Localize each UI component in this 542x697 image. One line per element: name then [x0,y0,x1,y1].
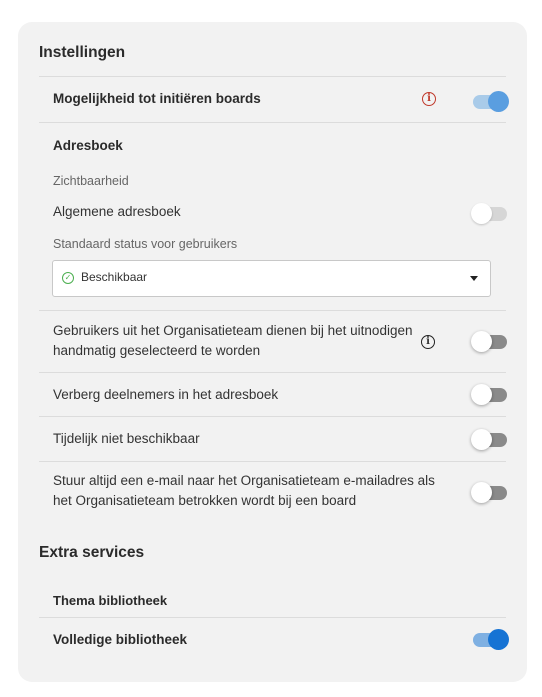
settings-card: Instellingen Mogelijkheid tot initiëren … [18,22,527,682]
default-status-label: Standaard status voor gebruikers [53,237,238,251]
email-line2: het Organisatieteam betrokken wordt bij … [53,493,357,508]
general-addressbook-toggle[interactable] [471,203,507,224]
setting-row-team-select: Gebruikers uit het Organisatieteam diene… [39,310,507,372]
available-check-icon: ✓ [62,272,74,284]
addressbook-title: Adresboek [53,138,123,153]
team-select-toggle[interactable] [471,331,507,352]
full-library-label: Volledige bibliotheek [53,632,188,647]
settings-title: Instellingen [39,44,126,61]
default-status-select[interactable]: ✓ Beschikbaar [52,260,491,297]
email-team-toggle[interactable] [471,482,507,503]
setting-row-boards: Mogelijkheid tot initiëren boards i [39,76,509,122]
team-select-line1: Gebruikers uit het Organisatieteam diene… [53,323,413,338]
boards-toggle[interactable] [473,91,509,112]
setting-row-hide-participants: Verberg deelnemers in het adresboek [39,372,507,417]
visibility-label: Zichtbaarheid [53,174,129,188]
theme-library-label: Thema bibliotheek [53,593,168,608]
full-library-toggle[interactable] [473,629,509,650]
email-line1: Stuur altijd een e-mail naar het Organis… [53,473,435,488]
boards-label: Mogelijkheid tot initiëren boards [53,91,261,106]
temp-unavailable-label: Tijdelijk niet beschikbaar [53,431,200,446]
team-select-line2: handmatig geselecteerd te worden [53,343,261,358]
warning-info-icon[interactable]: i [422,92,436,106]
setting-row-email-team: Stuur altijd een e-mail naar het Organis… [39,461,507,522]
hide-participants-toggle[interactable] [471,384,507,405]
chevron-down-icon [470,276,478,281]
info-icon[interactable]: i [421,335,435,349]
temp-unavailable-toggle[interactable] [471,429,507,450]
setting-row-full-library: Volledige bibliotheek [39,617,509,663]
setting-row-temp-unavailable: Tijdelijk niet beschikbaar [39,416,507,462]
general-addressbook-label: Algemene adresboek [53,204,181,219]
extra-services-title: Extra services [39,544,145,561]
default-status-value: Beschikbaar [81,270,148,284]
hide-participants-label: Verberg deelnemers in het adresboek [53,387,279,402]
